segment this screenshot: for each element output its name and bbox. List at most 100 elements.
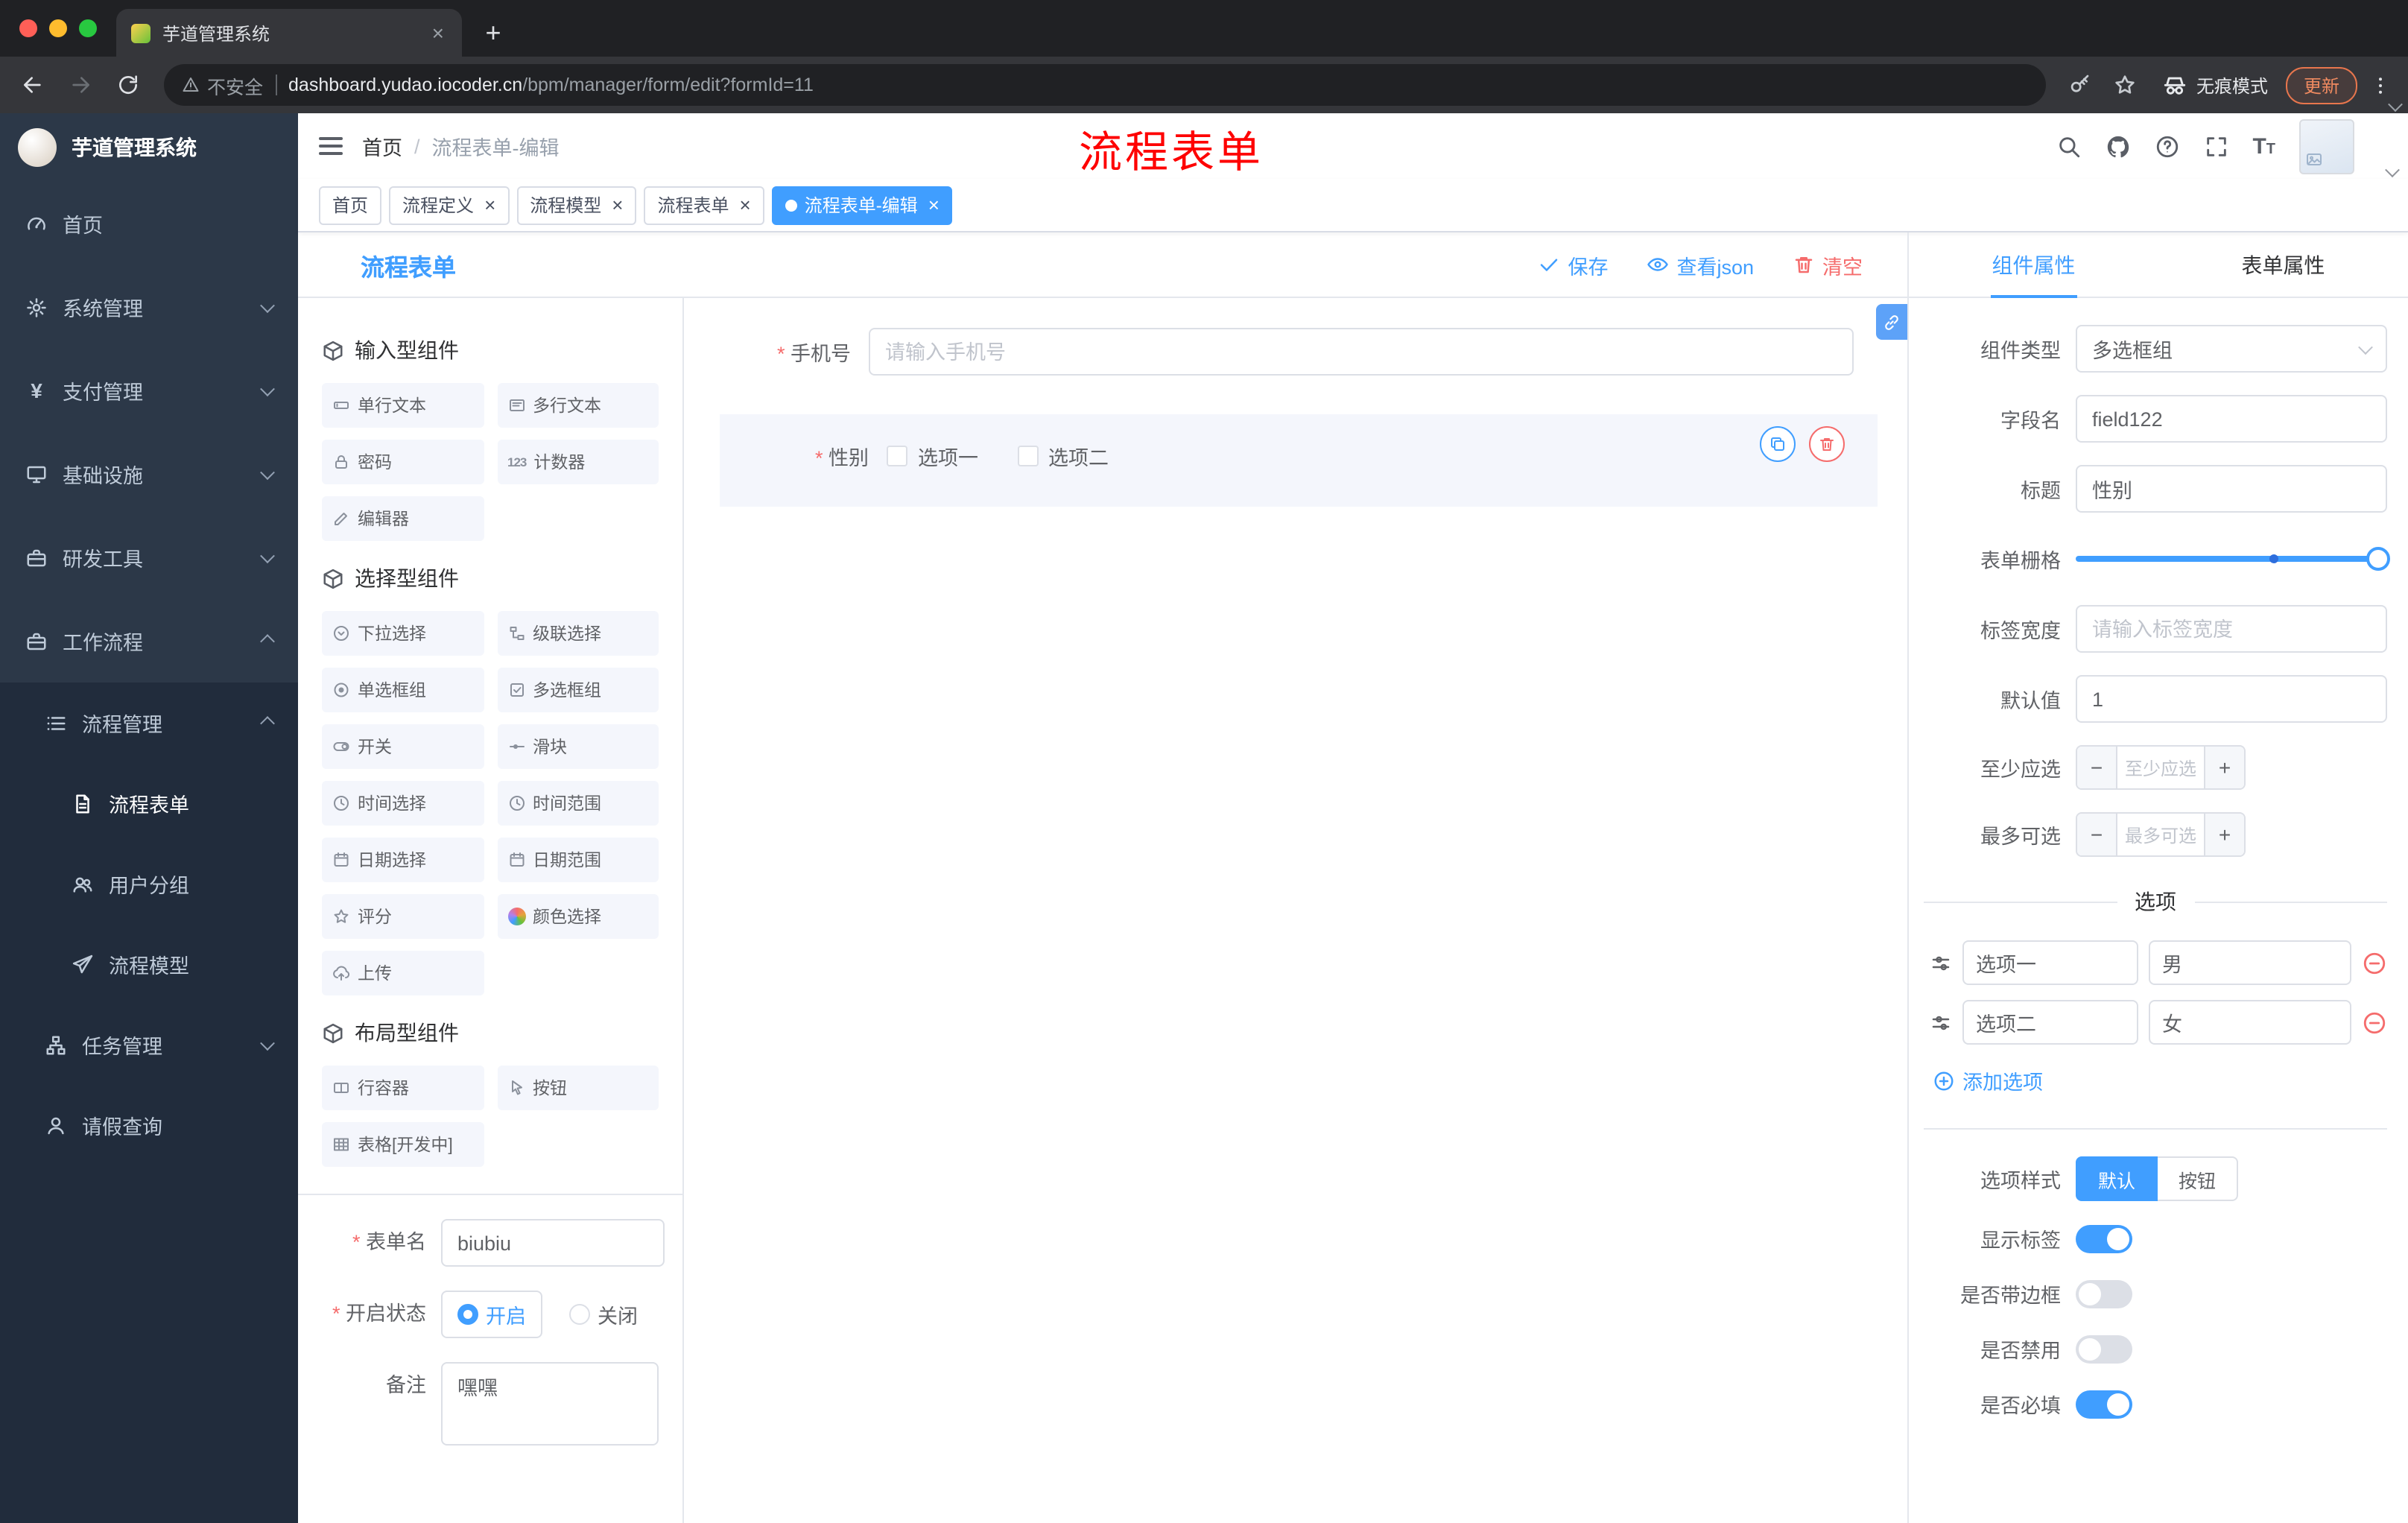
avatar-chevron-down-icon[interactable] <box>2385 162 2400 178</box>
required-switch[interactable] <box>2076 1390 2132 1418</box>
tag-process-form[interactable]: 流程表单 × <box>644 186 764 224</box>
back-button[interactable] <box>12 64 54 106</box>
default-value-input[interactable] <box>2076 675 2387 723</box>
security-status[interactable]: 不安全 <box>182 71 263 99</box>
sidebar-item-devtools[interactable]: 研发工具 <box>0 516 298 599</box>
tag-process-form-edit[interactable]: 流程表单-编辑 × <box>771 186 953 224</box>
tab-close-icon[interactable]: × <box>429 21 447 45</box>
github-icon[interactable] <box>2105 133 2130 159</box>
disabled-switch[interactable] <box>2076 1334 2132 1363</box>
palette-item-button[interactable]: 按钮 <box>497 1066 659 1110</box>
palette-item-upload[interactable]: 上传 <box>322 951 484 995</box>
palette-item-input[interactable]: 单行文本 <box>322 383 484 428</box>
save-button[interactable]: 保存 <box>1538 250 1608 279</box>
drag-handle-icon[interactable] <box>1930 1011 1952 1033</box>
tag-process-definition[interactable]: 流程定义 × <box>389 186 510 224</box>
palette-item-row[interactable]: 行容器 <box>322 1066 484 1110</box>
phone-input[interactable] <box>869 328 1854 376</box>
field-name-input[interactable] <box>2076 395 2387 443</box>
sidebar-item-process-form[interactable]: 流程表单 <box>0 763 298 843</box>
gender-option-2[interactable]: 选项二 <box>1017 441 1109 471</box>
label-width-input[interactable] <box>2076 605 2387 653</box>
with-border-switch[interactable] <box>2076 1279 2132 1308</box>
font-size-icon[interactable]: TT <box>2252 133 2275 159</box>
browser-menu-button[interactable] <box>2363 66 2396 104</box>
sidebar-item-process-model[interactable]: 流程模型 <box>0 924 298 1004</box>
view-json-button[interactable]: 查看json <box>1647 250 1754 279</box>
gender-option-1[interactable]: 选项一 <box>887 441 978 471</box>
tab-form-props[interactable]: 表单属性 <box>2158 232 2408 297</box>
tag-close-icon[interactable]: × <box>612 194 623 216</box>
new-tab-button[interactable]: + <box>474 12 513 54</box>
sidebar-item-user-group[interactable]: 用户分组 <box>0 843 298 924</box>
sidebar-item-leave-query[interactable]: 请假查询 <box>0 1085 298 1165</box>
option-label-input[interactable] <box>1962 1000 2138 1045</box>
form-remark-textarea[interactable]: 嘿嘿 <box>441 1362 659 1446</box>
avatar[interactable] <box>2299 118 2354 174</box>
grid-slider[interactable] <box>2076 535 2390 583</box>
palette-item-select[interactable]: 下拉选择 <box>322 611 484 656</box>
address-bar[interactable]: 不安全 dashboard.yudao.iocoder.cn /bpm/mana… <box>164 64 2046 106</box>
forward-button[interactable] <box>60 64 101 106</box>
tab-component-props[interactable]: 组件属性 <box>1909 232 2158 297</box>
form-name-input[interactable] <box>441 1219 665 1267</box>
reload-button[interactable] <box>107 64 149 106</box>
option-value-input[interactable] <box>2149 1000 2351 1045</box>
remove-option-icon[interactable] <box>2362 1010 2387 1035</box>
palette-item-editor[interactable]: 编辑器 <box>322 496 484 541</box>
tag-close-icon[interactable]: × <box>484 194 495 216</box>
option-style-default[interactable]: 默认 <box>2076 1156 2158 1201</box>
canvas-field-gender-selected[interactable]: 性别 选项一 选项二 <box>720 414 1878 507</box>
minimize-window-button[interactable] <box>49 19 67 37</box>
palette-item-date[interactable]: 日期选择 <box>322 838 484 882</box>
palette-item-switch[interactable]: 开关 <box>322 724 484 769</box>
sidebar-item-system[interactable]: 系统管理 <box>0 265 298 349</box>
palette-item-time[interactable]: 时间选择 <box>322 781 484 826</box>
sidebar-item-home[interactable]: 首页 <box>0 182 298 265</box>
tag-home[interactable]: 首页 <box>319 186 382 224</box>
status-off-radio[interactable]: 关闭 <box>569 1299 638 1329</box>
tag-close-icon[interactable]: × <box>928 194 940 216</box>
checkbox[interactable] <box>887 446 907 466</box>
form-canvas[interactable]: 手机号 性别 <box>684 298 1907 1523</box>
sidebar-item-task-management[interactable]: 任务管理 <box>0 1004 298 1085</box>
decrement-button[interactable]: − <box>2077 747 2116 788</box>
zoom-window-button[interactable] <box>79 19 97 37</box>
palette-item-checkbox-group[interactable]: 多选框组 <box>497 668 659 712</box>
palette-item-color[interactable]: 颜色选择 <box>497 894 659 939</box>
decrement-button[interactable]: − <box>2077 814 2116 855</box>
increment-button[interactable]: + <box>2205 747 2244 788</box>
sidebar-item-infrastructure[interactable]: 基础设施 <box>0 432 298 516</box>
clear-button[interactable]: 清空 <box>1793 250 1863 279</box>
increment-button[interactable]: + <box>2205 814 2244 855</box>
update-button[interactable]: 更新 <box>2285 66 2357 104</box>
checkbox[interactable] <box>1017 446 1038 466</box>
password-key-icon[interactable] <box>2061 66 2100 104</box>
tag-process-model[interactable]: 流程模型 × <box>516 186 637 224</box>
palette-item-radio-group[interactable]: 单选框组 <box>322 668 484 712</box>
canvas-field-phone[interactable]: 手机号 <box>720 328 1854 376</box>
palette-item-counter[interactable]: 123 计数器 <box>497 440 659 484</box>
title-input[interactable] <box>2076 465 2387 513</box>
sidebar-item-process-management[interactable]: 流程管理 <box>0 683 298 763</box>
show-label-switch[interactable] <box>2076 1224 2132 1253</box>
palette-item-password[interactable]: 密码 <box>322 440 484 484</box>
status-on-radio[interactable]: 开启 <box>441 1291 542 1338</box>
close-window-button[interactable] <box>19 19 37 37</box>
palette-item-textarea[interactable]: 多行文本 <box>497 383 659 428</box>
breadcrumb-home[interactable]: 首页 <box>362 131 402 161</box>
slider-handle[interactable] <box>2366 547 2390 571</box>
drag-handle-icon[interactable] <box>1930 952 1952 974</box>
add-option-button[interactable]: 添加选项 <box>1933 1066 2387 1095</box>
palette-item-cascader[interactable]: 级联选择 <box>497 611 659 656</box>
remove-option-icon[interactable] <box>2362 950 2387 975</box>
browser-tab[interactable]: 芋道管理系统 × <box>116 9 462 57</box>
bookmark-star-icon[interactable] <box>2106 66 2144 104</box>
sidebar-item-payment[interactable]: ¥ 支付管理 <box>0 349 298 432</box>
duplicate-field-button[interactable] <box>1760 426 1796 462</box>
option-label-input[interactable] <box>1962 940 2138 985</box>
sidebar-item-workflow[interactable]: 工作流程 <box>0 599 298 683</box>
help-icon[interactable] <box>2154 133 2179 159</box>
component-type-select[interactable]: 多选框组 <box>2076 325 2387 373</box>
option-value-input[interactable] <box>2149 940 2351 985</box>
